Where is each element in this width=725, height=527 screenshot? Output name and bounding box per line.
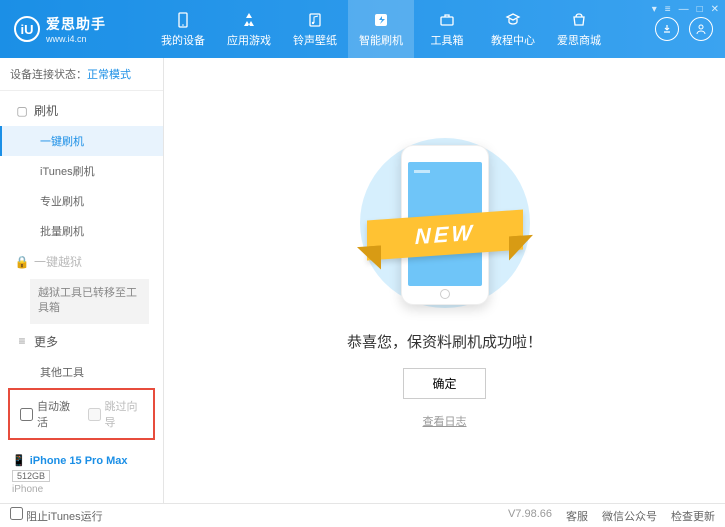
user-icon[interactable] xyxy=(689,17,713,41)
checkbox-label: 阻止iTunes运行 xyxy=(26,511,103,523)
nav-label: 应用游戏 xyxy=(227,32,271,48)
phone-small-icon: 📱 xyxy=(12,454,26,467)
store-icon xyxy=(570,11,588,29)
checkbox-input[interactable] xyxy=(10,507,23,520)
checkbox-input[interactable] xyxy=(20,408,33,421)
tree-group-jailbreak: 🔒 一键越狱 xyxy=(0,246,163,277)
footer-link-wechat[interactable]: 微信公众号 xyxy=(602,508,657,524)
block-itunes-checkbox[interactable]: 阻止iTunes运行 xyxy=(10,507,103,524)
window-controls: ▾ ≡ — □ ✕ xyxy=(652,4,719,15)
sidebar-item-oneclick[interactable]: 一键刷机 xyxy=(0,126,163,156)
view-log-link[interactable]: 查看日志 xyxy=(423,413,467,429)
status-label: 设备连接状态： xyxy=(10,69,87,81)
list-icon: ≡ xyxy=(16,335,28,347)
nav-label: 智能刷机 xyxy=(359,32,403,48)
tree-group-flash[interactable]: ▢ 刷机 xyxy=(0,95,163,126)
device-name[interactable]: 📱 iPhone 15 Pro Max xyxy=(12,454,151,467)
win-min-icon[interactable]: — xyxy=(679,4,689,15)
ok-button[interactable]: 确定 xyxy=(403,368,485,399)
win-tray-icon[interactable]: ≡ xyxy=(665,4,671,15)
main-content: NEW 恭喜您，保资料刷机成功啦！ 确定 查看日志 xyxy=(164,58,725,503)
logo[interactable]: iU 爱思助手 www.i4.cn xyxy=(0,14,150,44)
top-nav: 我的设备 应用游戏 铃声壁纸 智能刷机 工具箱 教程中心 爱思商城 xyxy=(150,0,655,58)
nav-apps[interactable]: 应用游戏 xyxy=(216,0,282,58)
nav-label: 铃声壁纸 xyxy=(293,32,337,48)
sidebar: 设备连接状态：正常模式 ▢ 刷机 一键刷机 iTunes刷机 专业刷机 批量刷机 … xyxy=(0,58,164,503)
lock-icon: 🔒 xyxy=(16,256,28,268)
sidebar-item-batch[interactable]: 批量刷机 xyxy=(0,216,163,246)
logo-icon: iU xyxy=(14,16,40,42)
auto-activate-checkbox[interactable]: 自动激活 xyxy=(20,398,76,430)
nav-my-device[interactable]: 我的设备 xyxy=(150,0,216,58)
header: iU 爱思助手 www.i4.cn 我的设备 应用游戏 铃声壁纸 智能刷机 工具… xyxy=(0,0,725,58)
download-icon[interactable] xyxy=(655,17,679,41)
toolbox-icon xyxy=(438,11,456,29)
option-checkboxes: 自动激活 跳过向导 xyxy=(8,388,155,440)
win-close-icon[interactable]: ✕ xyxy=(711,4,719,15)
flash-icon xyxy=(372,11,390,29)
checkbox-input xyxy=(88,408,101,421)
nav-ringtones[interactable]: 铃声壁纸 xyxy=(282,0,348,58)
nav-tutorial[interactable]: 教程中心 xyxy=(480,0,546,58)
nav-label: 我的设备 xyxy=(161,32,205,48)
device-name-text: iPhone 15 Pro Max xyxy=(30,455,128,467)
win-menu-icon[interactable]: ▾ xyxy=(652,4,657,15)
success-illustration: NEW xyxy=(355,133,535,313)
win-max-icon[interactable]: □ xyxy=(697,4,703,15)
nav-label: 爱思商城 xyxy=(557,32,601,48)
nav-toolbox[interactable]: 工具箱 xyxy=(414,0,480,58)
sidebar-item-other[interactable]: 其他工具 xyxy=(0,357,163,382)
music-icon xyxy=(306,11,324,29)
app-name: 爱思助手 xyxy=(46,14,106,34)
header-actions xyxy=(655,17,725,41)
nav-label: 工具箱 xyxy=(431,32,464,48)
phone-icon xyxy=(174,11,192,29)
nav-store[interactable]: 爱思商城 xyxy=(546,0,612,58)
group-title: 更多 xyxy=(34,333,58,350)
success-message: 恭喜您，保资料刷机成功啦！ xyxy=(347,331,542,352)
folder-icon: ▢ xyxy=(16,105,28,117)
device-info: 📱 iPhone 15 Pro Max 512GB iPhone xyxy=(0,446,163,503)
sidebar-item-itunes[interactable]: iTunes刷机 xyxy=(0,156,163,186)
group-title: 刷机 xyxy=(34,102,58,119)
connection-status: 设备连接状态：正常模式 xyxy=(0,58,163,91)
device-storage: 512GB xyxy=(12,470,50,482)
footer-link-update[interactable]: 检查更新 xyxy=(671,508,715,524)
app-url: www.i4.cn xyxy=(46,34,106,44)
footer-link-support[interactable]: 客服 xyxy=(566,508,588,524)
checkbox-label: 跳过向导 xyxy=(105,398,144,430)
checkbox-label: 自动激活 xyxy=(37,398,76,430)
nav-label: 教程中心 xyxy=(491,32,535,48)
sidebar-tree: ▢ 刷机 一键刷机 iTunes刷机 专业刷机 批量刷机 🔒 一键越狱 越狱工具已转… xyxy=(0,91,163,382)
jailbreak-note[interactable]: 越狱工具已转移至工具箱 xyxy=(30,279,149,324)
group-title: 一键越狱 xyxy=(34,253,82,270)
nav-flash[interactable]: 智能刷机 xyxy=(348,0,414,58)
tutorial-icon xyxy=(504,11,522,29)
footer: 阻止iTunes运行 V7.98.66 客服 微信公众号 检查更新 xyxy=(0,503,725,527)
skip-guide-checkbox: 跳过向导 xyxy=(88,398,144,430)
device-type: iPhone xyxy=(12,484,151,495)
sidebar-item-pro[interactable]: 专业刷机 xyxy=(0,186,163,216)
tree-group-more[interactable]: ≡ 更多 xyxy=(0,326,163,357)
status-mode: 正常模式 xyxy=(87,69,131,81)
version-text: V7.98.66 xyxy=(508,508,552,524)
app-icon xyxy=(240,11,258,29)
